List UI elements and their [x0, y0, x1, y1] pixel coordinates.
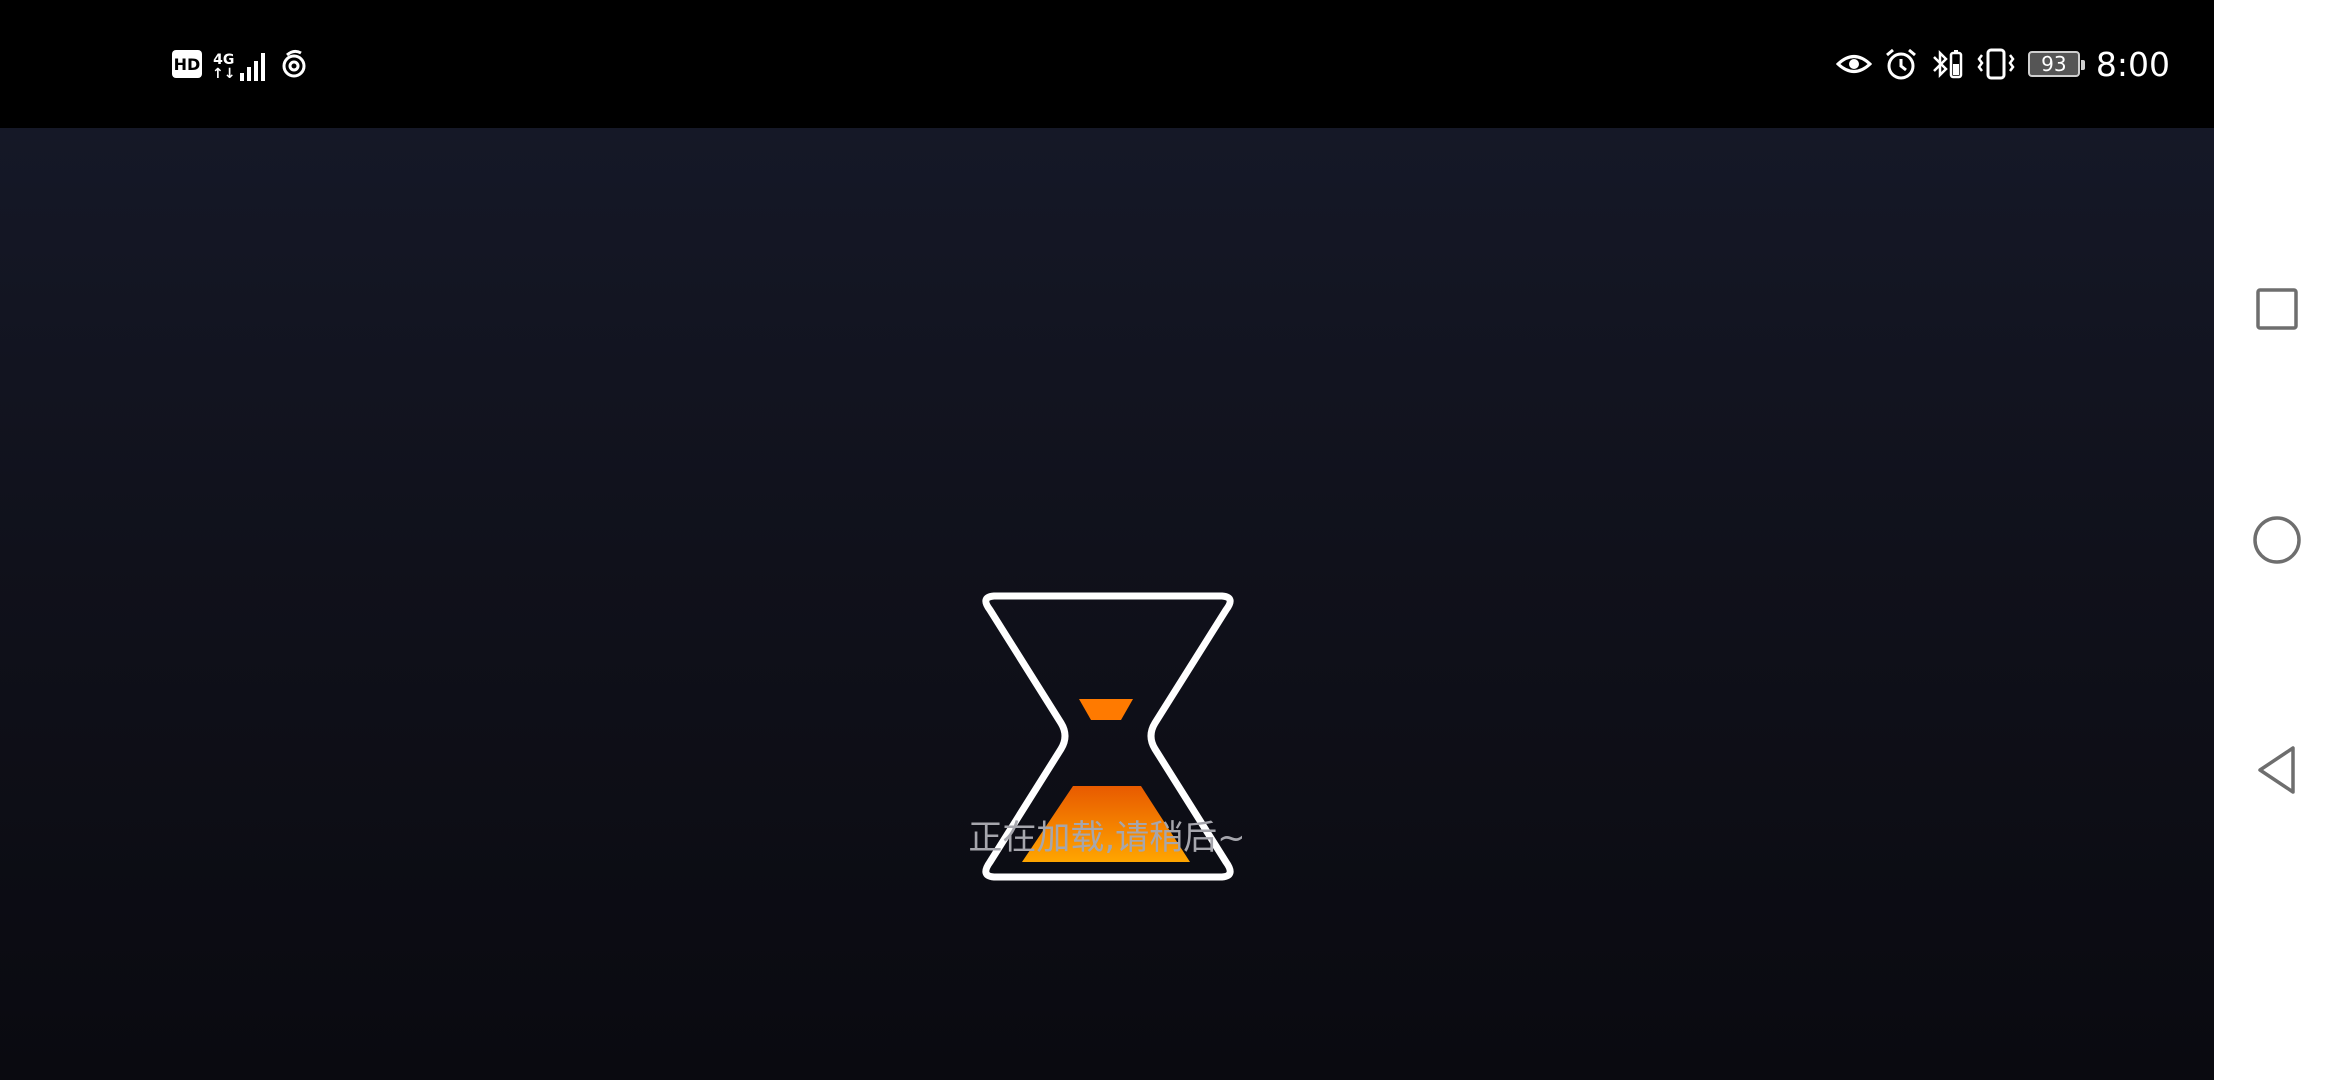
hd-icon: HD [172, 50, 202, 78]
top-sand [1079, 699, 1133, 720]
status-bar: HD 4G ↑↓ 93 8:00 [0, 0, 2214, 128]
navigation-bar [2214, 0, 2340, 1080]
hotspot-icon [282, 49, 306, 78]
home-button[interactable] [2247, 510, 2307, 570]
status-left-group: HD 4G ↑↓ [172, 44, 309, 84]
signal-bars-icon [240, 53, 266, 81]
battery-icon: 93 [2027, 51, 2085, 77]
status-clock: 8:00 [2095, 44, 2170, 84]
app-screen: HD 4G ↑↓ 93 8:00 正在加载,请稍后~ [0, 0, 2340, 1080]
loading-message: 正在加载,请稍后~ [968, 818, 1246, 858]
eye-comfort-icon [1835, 55, 1872, 73]
status-right-group: 93 8:00 [1835, 44, 2170, 84]
bluetooth-battery-icon [1933, 49, 1963, 79]
vibrate-icon [1977, 48, 2015, 80]
back-triangle-icon [2258, 746, 2295, 794]
circle-icon [2253, 516, 2301, 564]
alarm-icon [1885, 48, 1916, 80]
back-button[interactable] [2247, 740, 2307, 800]
signal-4g-icon: 4G ↑↓ [212, 47, 269, 81]
network-type-label: 4G [213, 52, 235, 68]
battery-level: 93 [2041, 52, 2067, 76]
network-arrows-label: ↑↓ [212, 66, 236, 82]
loading-screen: 正在加载,请稍后~ [0, 128, 2214, 1080]
recent-apps-button[interactable] [2247, 279, 2307, 339]
square-icon [2256, 288, 2298, 330]
